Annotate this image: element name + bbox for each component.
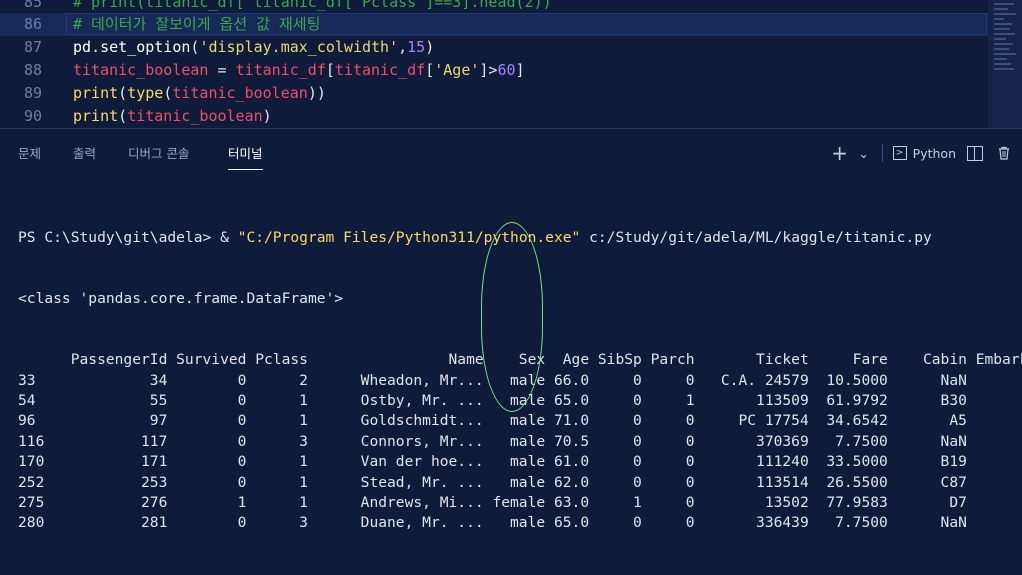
panel-toolbar: + ⌄ > Python [830,141,1014,165]
bottom-panel: 문제 출력 디버그 콘솔 터미널 + ⌄ > Python PS C:\Stud [0,128,1022,531]
tab-problems[interactable]: 문제 [18,143,41,162]
tab-output[interactable]: 출력 [73,143,96,162]
line-number: 89 [23,84,42,102]
code-line[interactable]: 89 print(type(titanic_boolean)) [0,82,1022,105]
tab-debug-console[interactable]: 디버그 콘솔 [128,143,189,162]
code-token: [ [425,61,435,79]
code-token: ]> [479,61,498,79]
code-token: [ [325,61,335,79]
panel-tabs: 문제 출력 디버그 콘솔 터미널 + ⌄ > Python [0,129,1022,175]
code-token: 'Age' [434,61,480,79]
table-row: 252 253 0 1 Stead, Mr. ... male 62.0 0 0… [18,473,1022,491]
code-token: . [91,38,101,56]
code-token: = [208,61,236,79]
code-text: print(titanic_boolean) [73,105,272,128]
table-row: 170 171 0 1 Van der hoe... male 61.0 0 0… [18,453,1022,471]
code-token: titanic_df [334,61,426,79]
code-line[interactable]: 85 # print(titanic_df[ titanic_df['Pclass… [0,0,1022,14]
split-icon [967,145,983,161]
terminal-name: Python [912,145,956,161]
code-token: titanic_boolean [73,61,209,79]
code-token: titanic_boolean [172,84,308,102]
table-row: 96 97 0 1 Goldschmidt... male 71.0 0 0 P… [18,412,1022,430]
script-path: c:/Study/git/adela/ML/kaggle/titanic.py [580,228,932,246]
code-token: pd [73,38,92,56]
code-token: # 데이터가 잘보이게 옵션 값 재세팅 [73,15,321,33]
code-token: print [73,107,119,125]
code-line[interactable]: 86 # 데이터가 잘보이게 옵션 값 재세팅 [0,13,1022,36]
table-row: 280 281 0 3 Duane, Mr. ... male 65.0 0 0… [18,514,1022,532]
table-row: 275 276 1 1 Andrews, Mi... female 63.0 1… [18,493,1022,511]
table-row: 116 117 0 3 Connors, Mr... male 70.5 0 0… [18,432,1022,450]
code-line[interactable]: 87 pd.set_option('display.max_colwidth',1… [0,36,1022,59]
code-text: pd.set_option('display.max_colwidth',15) [73,36,434,59]
code-token: ) [425,38,435,56]
terminal-selector[interactable]: > Python [892,142,956,164]
code-line[interactable]: 88 titanic_boolean = titanic_df[titanic_d… [0,59,1022,82]
code-token: titanic_boolean [127,107,263,125]
code-text: # 데이터가 잘보이게 옵션 값 재세팅 [73,13,320,36]
code-token: set_option [100,38,191,56]
code-token: type [127,84,164,102]
code-token: 60 [497,61,516,79]
code-token: print [73,84,119,102]
split-terminal-button[interactable] [962,142,988,164]
code-token: ) [262,107,272,125]
line-number: 90 [23,107,42,125]
code-token: ] [515,61,525,79]
code-token: ( [118,84,128,102]
chevron-down-icon[interactable]: ⌄ [856,142,872,164]
code-token: 'display.max_colwidth' [199,38,399,56]
code-token: ( [118,107,128,125]
code-token: ( [163,84,173,102]
line-number: 87 [23,38,42,56]
code-token: )) [307,84,326,102]
kill-terminal-button[interactable] [994,142,1014,164]
trash-icon [999,146,1009,160]
line-number: 86 [23,15,42,33]
new-terminal-plus-icon[interactable]: + [830,141,850,165]
code-token: , [398,38,408,56]
line-number: 88 [23,61,42,79]
code-editor[interactable]: 85 # print(titanic_df[ titanic_df['Pclass… [0,0,1022,128]
code-line[interactable]: 90 print(titanic_boolean) [0,105,1022,128]
code-token: # print(titanic_df[ titanic_df['Pclass']… [73,0,552,11]
minimap[interactable] [994,0,1018,128]
age-column-annotation [481,222,543,412]
code-token: 15 [407,38,426,56]
code-token: titanic_df [235,61,326,79]
code-text: # print(titanic_df[ titanic_df['Pclass']… [73,0,552,14]
terminal-icon: > [892,146,907,160]
prompt-text: PS C:\Study\git\adela> & [18,228,238,246]
toolbar-divider [881,144,883,162]
tab-terminal[interactable]: 터미널 [228,143,263,170]
code-text: titanic_boolean = titanic_df[titanic_df[… [73,59,525,82]
line-number: 85 [23,0,42,11]
code-text: print(type(titanic_boolean)) [73,82,326,105]
